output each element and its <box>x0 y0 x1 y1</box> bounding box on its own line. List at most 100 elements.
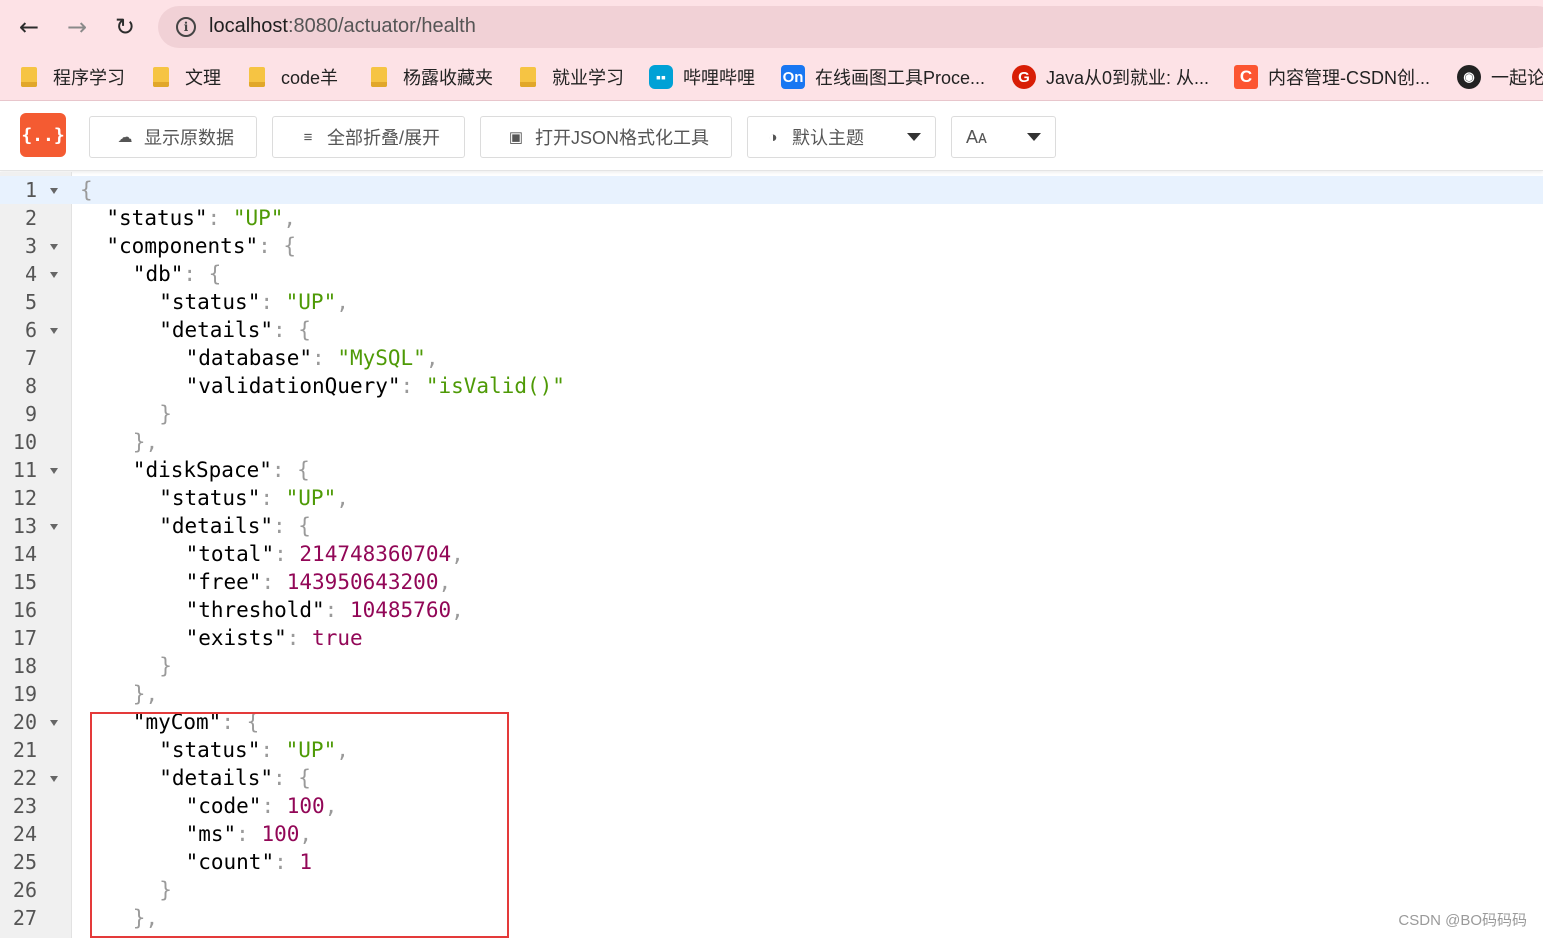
code-line: 4 "db": { <box>0 260 1543 288</box>
bookmark-label: 就业学习 <box>552 68 624 88</box>
json-key: "validationQuery" <box>185 374 401 398</box>
json-punctuation: : { <box>183 262 222 286</box>
bookmark-label: 在线画图工具Proce... <box>815 68 986 88</box>
folder-icon <box>249 67 265 87</box>
code-line: 8 "validationQuery": "isValid()" <box>0 372 1543 400</box>
json-key: "status" <box>159 486 261 510</box>
line-number: 10 <box>12 430 37 454</box>
json-toolbar: {..} ☁ 显示原数据 ≡ 全部折叠/展开 ▣ 打开JSON格式化工具 ◑ 默… <box>0 101 1543 171</box>
code-line: 15 "free": 143950643200, <box>0 568 1543 596</box>
bookmark-item[interactable]: ◉ 一起论 <box>1457 64 1543 90</box>
json-punctuation: : <box>207 206 233 230</box>
code-line: 5 "status": "UP", <box>0 288 1543 316</box>
fold-toggle-icon[interactable] <box>50 272 58 278</box>
json-punctuation: : <box>286 626 313 650</box>
theme-select[interactable]: ◑ 默认主题 <box>747 116 936 158</box>
code-text: "exists": true <box>186 624 363 652</box>
json-file-icon: ▣ <box>508 129 524 146</box>
json-key: "db" <box>132 262 184 286</box>
code-line: 16 "threshold": 10485760, <box>0 596 1543 624</box>
json-key: "status" <box>106 206 208 230</box>
line-number: 27 <box>12 906 37 930</box>
json-punctuation: { <box>80 178 93 202</box>
fold-toggle-icon[interactable] <box>50 328 58 334</box>
palette-icon: ◑ <box>768 128 778 146</box>
fold-icon: ≡ <box>303 128 313 146</box>
bookmark-item[interactable]: On 在线画图工具Proce... <box>781 64 985 90</box>
bilibili-icon: ▪▪ <box>649 65 673 89</box>
code-line: 10}, <box>0 428 1543 456</box>
line-number: 15 <box>12 570 37 594</box>
bookmarks-bar: 程序学习 文理 code羊 杨露收藏夹 就业学习 ▪▪ 哔哩哔哩 On 在线画图工具… <box>0 54 1543 101</box>
line-number: 11 <box>12 458 37 482</box>
reload-icon[interactable]: ↻ <box>108 10 142 44</box>
code-line: 3 "components": { <box>0 232 1543 260</box>
code-text: }, <box>133 680 158 708</box>
bookmark-label: 一起论 <box>1491 68 1543 88</box>
json-punctuation: : { <box>272 318 311 342</box>
fold-all-button[interactable]: ≡ 全部折叠/展开 <box>272 116 465 158</box>
fold-toggle-icon[interactable] <box>50 720 58 726</box>
json-punctuation: } <box>159 402 172 426</box>
json-punctuation: , <box>438 570 452 594</box>
bookmark-item[interactable]: code羊 <box>249 64 338 90</box>
url-input[interactable]: i localhost:8080/actuator/health <box>158 6 1543 48</box>
json-punctuation: : <box>261 570 287 594</box>
line-number: 5 <box>24 290 37 314</box>
json-key: "threshold" <box>185 598 325 622</box>
json-string: "isValid()" <box>425 374 565 398</box>
json-punctuation: } <box>159 654 172 678</box>
json-editor[interactable]: 1{2 "status": "UP", 3 "components": {4 "db":… <box>0 172 1543 938</box>
bookmark-item[interactable]: 杨露收藏夹 <box>371 64 493 90</box>
fold-all-label: 全部折叠/展开 <box>327 128 441 148</box>
fold-toggle-icon[interactable] <box>50 244 58 250</box>
fold-toggle-icon[interactable] <box>50 188 58 194</box>
bookmark-label: 哔哩哔哩 <box>683 68 755 88</box>
bookmark-label: Java从0到就业: 从... <box>1046 68 1210 88</box>
watermark: CSDN @BO码码码 <box>1398 912 1527 929</box>
open-formatter-button[interactable]: ▣ 打开JSON格式化工具 <box>480 116 732 158</box>
json-punctuation: }, <box>132 430 159 454</box>
fold-toggle-icon[interactable] <box>50 468 58 474</box>
code-line: 9} <box>0 400 1543 428</box>
json-key: "components" <box>106 234 259 258</box>
code-line: 19}, <box>0 680 1543 708</box>
bookmark-label: 文理 <box>185 68 221 88</box>
code-line: 6 "details": { <box>0 316 1543 344</box>
bookmark-item[interactable]: ▪▪ 哔哩哔哩 <box>649 64 755 90</box>
bookmark-item[interactable]: 文理 <box>153 64 221 90</box>
arrow-right-icon[interactable]: → <box>60 10 94 44</box>
code-text: "validationQuery": "isValid()" <box>186 372 565 400</box>
arrow-left-icon[interactable]: ← <box>12 10 46 44</box>
code-line: 1{ <box>0 176 1543 204</box>
json-punctuation: }, <box>132 682 159 706</box>
show-raw-button[interactable]: ☁ 显示原数据 <box>89 116 257 158</box>
bookmark-item[interactable]: 程序学习 <box>21 64 125 90</box>
code-text: }, <box>133 428 158 456</box>
line-number: 7 <box>24 346 37 370</box>
fold-toggle-icon[interactable] <box>50 776 58 782</box>
bookmark-item[interactable]: 就业学习 <box>520 64 624 90</box>
address-bar: ← → ↻ i localhost:8080/actuator/health <box>0 0 1543 54</box>
fold-toggle-icon[interactable] <box>50 524 58 530</box>
code-text: "details": { <box>159 512 311 540</box>
line-number: 25 <box>12 850 37 874</box>
json-string: "MySQL" <box>337 346 426 370</box>
code-text: "components": { <box>106 232 296 260</box>
code-line: 13 "details": { <box>0 512 1543 540</box>
folder-icon <box>520 67 536 87</box>
json-punctuation: : <box>260 486 286 510</box>
bookmark-label: 程序学习 <box>53 68 125 88</box>
line-number: 6 <box>24 318 37 342</box>
json-key: "diskSpace" <box>132 458 272 482</box>
json-key: "status" <box>159 290 261 314</box>
folder-icon <box>153 67 169 87</box>
code-text: "threshold": 10485760, <box>186 596 464 624</box>
code-line: 17 "exists": true <box>0 624 1543 652</box>
info-icon[interactable]: i <box>176 17 196 37</box>
line-number: 16 <box>12 598 37 622</box>
code-text: "database": "MySQL", <box>186 344 439 372</box>
bookmark-item[interactable]: G Java从0到就业: 从... <box>1012 64 1209 90</box>
bookmark-item[interactable]: C 内容管理-CSDN创... <box>1234 64 1430 90</box>
font-size-select[interactable]: Aᴀ <box>951 116 1056 158</box>
